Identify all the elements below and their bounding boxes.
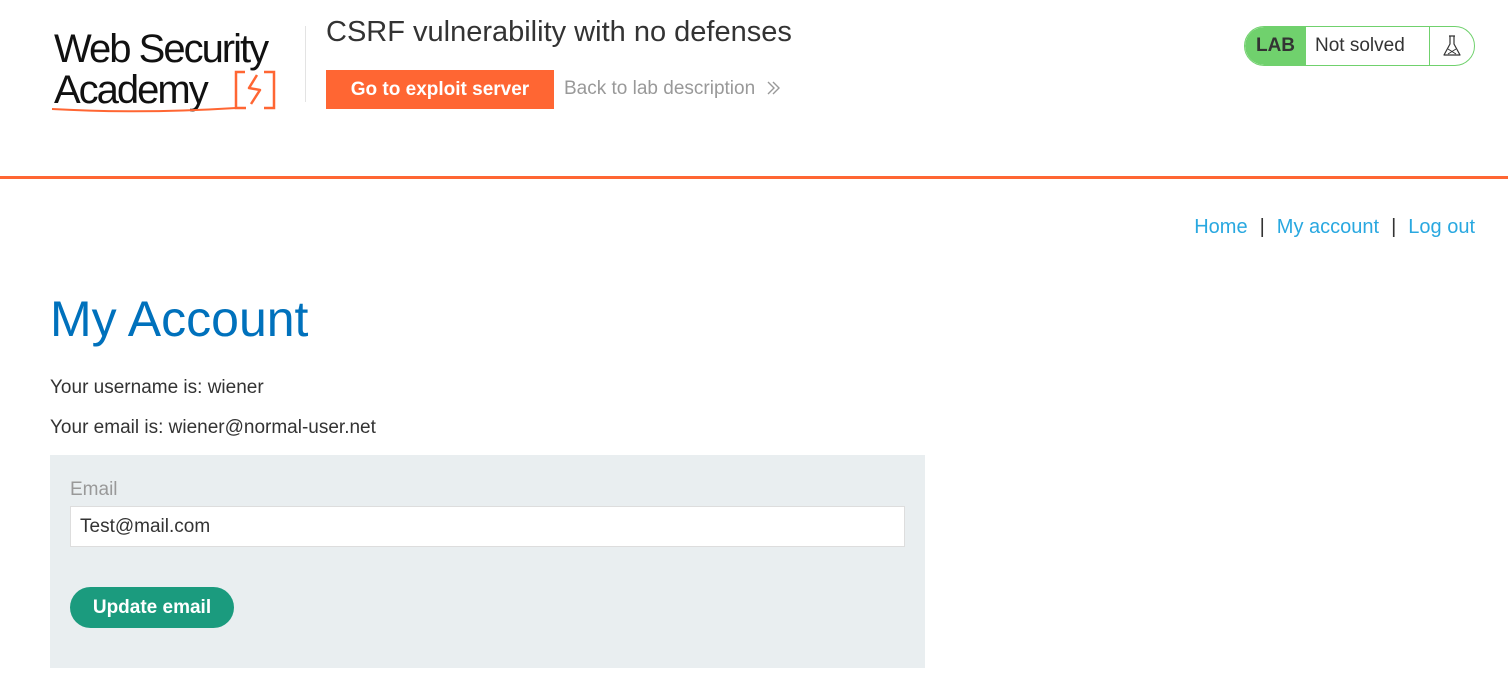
lab-status-text: Not solved bbox=[1315, 35, 1405, 56]
nav-my-account-link[interactable]: My account bbox=[1277, 216, 1379, 238]
nav-home-link[interactable]: Home bbox=[1194, 216, 1247, 238]
svg-text:Academy: Academy bbox=[54, 68, 209, 112]
web-security-academy-logo[interactable]: Web Security Academy bbox=[50, 20, 306, 116]
nav-separator: | bbox=[1391, 216, 1397, 238]
lab-status-widget: LAB Not solved bbox=[1244, 26, 1475, 66]
username-info: Your username is: wiener bbox=[50, 377, 264, 398]
nav-separator: | bbox=[1259, 216, 1265, 238]
page-title: My Account bbox=[50, 291, 309, 347]
lab-title: CSRF vulnerability with no defenses bbox=[326, 16, 792, 48]
double-chevron-right-icon bbox=[766, 80, 782, 102]
go-to-exploit-server-button[interactable]: Go to exploit server bbox=[326, 70, 554, 109]
flask-icon bbox=[1429, 27, 1474, 65]
back-to-lab-description-link[interactable]: Back to lab description bbox=[564, 78, 782, 102]
logo-divider bbox=[305, 26, 306, 102]
nav-log-out-link[interactable]: Log out bbox=[1408, 216, 1475, 238]
change-email-form: Email Update email bbox=[50, 455, 925, 668]
lab-header: Web Security Academy CSRF vulnerability … bbox=[0, 0, 1508, 179]
email-field[interactable] bbox=[70, 506, 905, 547]
account-nav: Home | My account | Log out bbox=[1194, 216, 1475, 239]
update-email-button[interactable]: Update email bbox=[70, 587, 234, 628]
svg-text:Web Security: Web Security bbox=[54, 27, 269, 71]
email-info: Your email is: wiener@normal-user.net bbox=[50, 417, 376, 438]
lab-badge: LAB bbox=[1245, 27, 1306, 65]
email-field-label: Email bbox=[70, 479, 118, 500]
back-link-label: Back to lab description bbox=[564, 78, 756, 99]
